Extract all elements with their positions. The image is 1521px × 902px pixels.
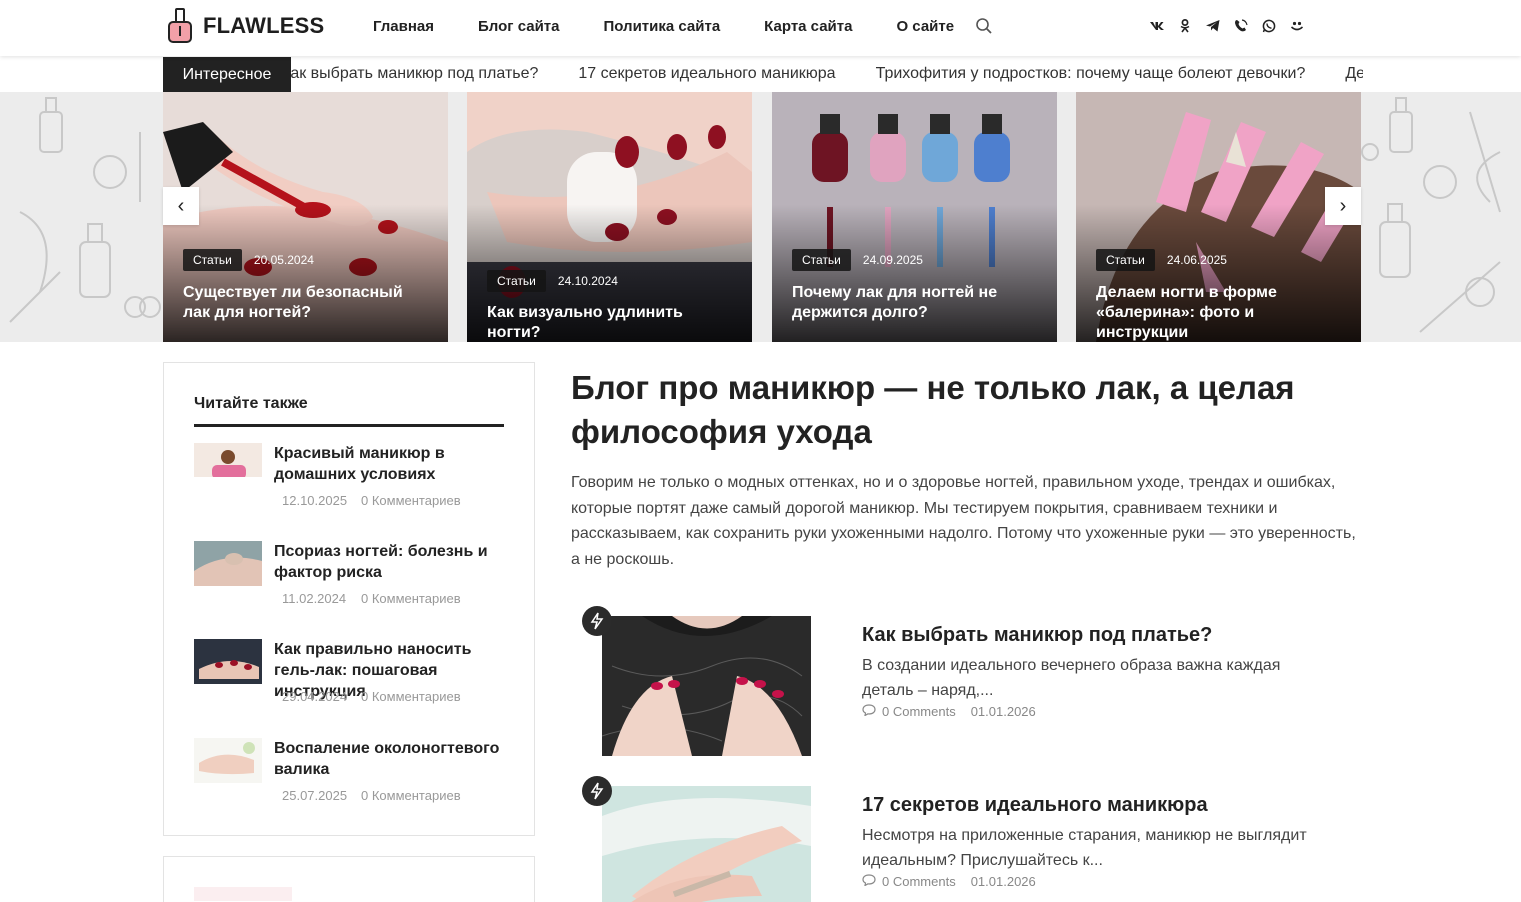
sidebar-item-title[interactable]: Псориаз ногтей: болезнь и фактор риска: [274, 541, 510, 583]
article-thumbnail: [194, 541, 262, 586]
news-ticker: Интересное Как выбрать маникюр под плать…: [0, 56, 1521, 92]
category-badge[interactable]: Статьи: [487, 270, 546, 292]
post-excerpt: Несмотря на приложенные старания, маникю…: [862, 827, 1307, 869]
odnoklassniki-icon[interactable]: [1178, 18, 1192, 34]
chevron-right-icon: ›: [1339, 194, 1347, 217]
post-date: 01.01.2026: [970, 874, 1036, 889]
sidebar-item-title[interactable]: Красивый маникюр в домашних условиях: [274, 443, 510, 485]
chevron-left-icon: ‹: [177, 194, 185, 217]
slide-date: 24.06.2025: [1166, 253, 1227, 267]
sidebar-item-comments[interactable]: 0 Комментариев: [361, 689, 461, 704]
slide-card[interactable]: Статьи 24.06.2025 Делаем ногти в форме «б…: [1076, 92, 1361, 342]
sidebar-item[interactable]: Красивый маникюр в домашних условиях 12.…: [194, 443, 504, 523]
post-card[interactable]: 17 секретов идеального маникюра Несмотря…: [582, 776, 1361, 902]
site-logo[interactable]: FLAWLESS: [167, 8, 324, 44]
article-thumbnail: [194, 738, 262, 783]
slider-next-button[interactable]: ›: [1325, 187, 1361, 225]
nav-home[interactable]: Главная: [373, 18, 434, 35]
slide-card[interactable]: Статьи 24.10.2024 Как визуально удлинить …: [467, 92, 752, 342]
nav-sitemap[interactable]: Карта сайта: [764, 18, 852, 35]
post-comments[interactable]: 0 Comments: [882, 874, 956, 889]
sidebar-item-date: 11.02.2024: [282, 591, 347, 606]
site-header: FLAWLESS Главная Блог сайта Политика сай…: [0, 0, 1521, 56]
main-nav: Главная Блог сайта Политика сайта Карта …: [373, 18, 998, 35]
lightning-icon: [582, 606, 612, 636]
sidebar-item-date: 25.07.2025: [282, 788, 348, 803]
category-badge[interactable]: Статьи: [183, 249, 242, 271]
slide-date: 24.10.2024: [557, 274, 618, 288]
slide-date: 24.09.2025: [862, 253, 923, 267]
post-title[interactable]: 17 секретов идеального маникюра: [862, 794, 1208, 817]
lightning-icon: [582, 776, 612, 806]
ticker-item[interactable]: Дезинфекция маникюрных инструментов: [1345, 65, 1363, 83]
slider-prev-button[interactable]: ‹: [163, 187, 199, 225]
ticker-item[interactable]: Как выбрать маникюр под платье?: [291, 65, 538, 83]
sidebar-item-date: 12.10.2025: [282, 493, 348, 508]
ticker-track: Как выбрать маникюр под платье? 17 секре…: [291, 56, 1363, 92]
sidebar-item[interactable]: Воспаление околоногтевого валика 25.07.2…: [194, 738, 504, 818]
ticker-item[interactable]: 17 секретов идеального маникюра: [578, 65, 835, 83]
telegram-icon[interactable]: [1206, 18, 1220, 34]
slide-title[interactable]: Почему лак для ногтей не держится долго?: [792, 283, 1041, 323]
widget-banner: [194, 887, 292, 901]
category-badge[interactable]: Статьи: [792, 249, 851, 271]
featured-slider: Статьи 20.05.2024 Существует ли безопасны…: [0, 92, 1521, 342]
social-links: [1150, 18, 1318, 34]
viber-icon[interactable]: [1234, 18, 1248, 34]
post-meta: 0 Comments 01.01.2026: [862, 874, 1036, 889]
slide-title[interactable]: Существует ли безопасный лак для ногтей?: [183, 283, 432, 323]
slide-date: 20.05.2024: [253, 253, 314, 267]
brand-name: FLAWLESS: [203, 13, 325, 38]
sidebar-item[interactable]: Как правильно наносить гель-лак: пошагов…: [194, 639, 504, 719]
nav-about[interactable]: О сайте: [896, 18, 954, 35]
comment-icon: [862, 874, 876, 889]
ticker-item[interactable]: Трихофития у подростков: почему чаще бол…: [876, 65, 1306, 83]
post-title[interactable]: Как выбрать маникюр под платье?: [862, 624, 1212, 647]
sidebar-item-date: 29.04.2024: [282, 689, 348, 704]
whatsapp-icon[interactable]: [1262, 18, 1276, 34]
page-intro: Говорим не только о модных оттенках, но …: [571, 474, 1356, 568]
article-thumbnail: [194, 443, 262, 488]
sidebar-item-comments[interactable]: 0 Комментариев: [361, 591, 461, 606]
search-icon[interactable]: [975, 17, 993, 35]
moimir-icon[interactable]: [1290, 18, 1304, 34]
sidebar-item-comments[interactable]: 0 Комментариев: [361, 788, 461, 803]
ticker-label: Интересное: [163, 57, 291, 92]
post-image: [602, 616, 811, 756]
sidebar-item-title[interactable]: Воспаление околоногтевого валика: [274, 738, 510, 780]
slide-title[interactable]: Как визуально удлинить ногти?: [487, 303, 736, 342]
comment-icon: [862, 704, 876, 719]
post-card[interactable]: Как выбрать маникюр под платье? В создан…: [582, 606, 1361, 756]
nav-blog[interactable]: Блог сайта: [478, 18, 559, 35]
category-badge[interactable]: Статьи: [1096, 249, 1155, 271]
slide-card[interactable]: Статьи 20.05.2024 Существует ли безопасны…: [163, 92, 448, 342]
sidebar-read-also: Читайте также Красивый маникюр в домашни…: [163, 362, 535, 836]
nav-policy[interactable]: Политика сайта: [603, 18, 720, 35]
post-image: [602, 786, 811, 902]
page-title: Блог про маникюр — не только лак, а цела…: [571, 369, 1295, 450]
sidebar-divider: [194, 424, 504, 427]
post-meta: 0 Comments 01.01.2026: [862, 704, 1036, 719]
vk-icon[interactable]: [1150, 18, 1164, 34]
nail-polish-logo-icon: [167, 8, 195, 44]
post-excerpt: В создании идеального вечернего образа в…: [862, 657, 1281, 699]
sidebar-item[interactable]: Псориаз ногтей: болезнь и фактор риска 1…: [194, 541, 504, 621]
post-comments[interactable]: 0 Comments: [882, 704, 956, 719]
article-thumbnail: [194, 639, 262, 684]
sidebar-item-comments[interactable]: 0 Комментариев: [361, 493, 461, 508]
slides: Статьи 20.05.2024 Существует ли безопасны…: [163, 92, 1361, 342]
sidebar-widget: [163, 856, 535, 902]
slide-card[interactable]: Статьи 24.09.2025 Почему лак для ногтей н…: [772, 92, 1057, 342]
sidebar-title: Читайте также: [194, 395, 308, 412]
slide-title[interactable]: Делаем ногти в форме «балерина»: фото и …: [1096, 283, 1345, 342]
post-date: 01.01.2026: [970, 704, 1036, 719]
